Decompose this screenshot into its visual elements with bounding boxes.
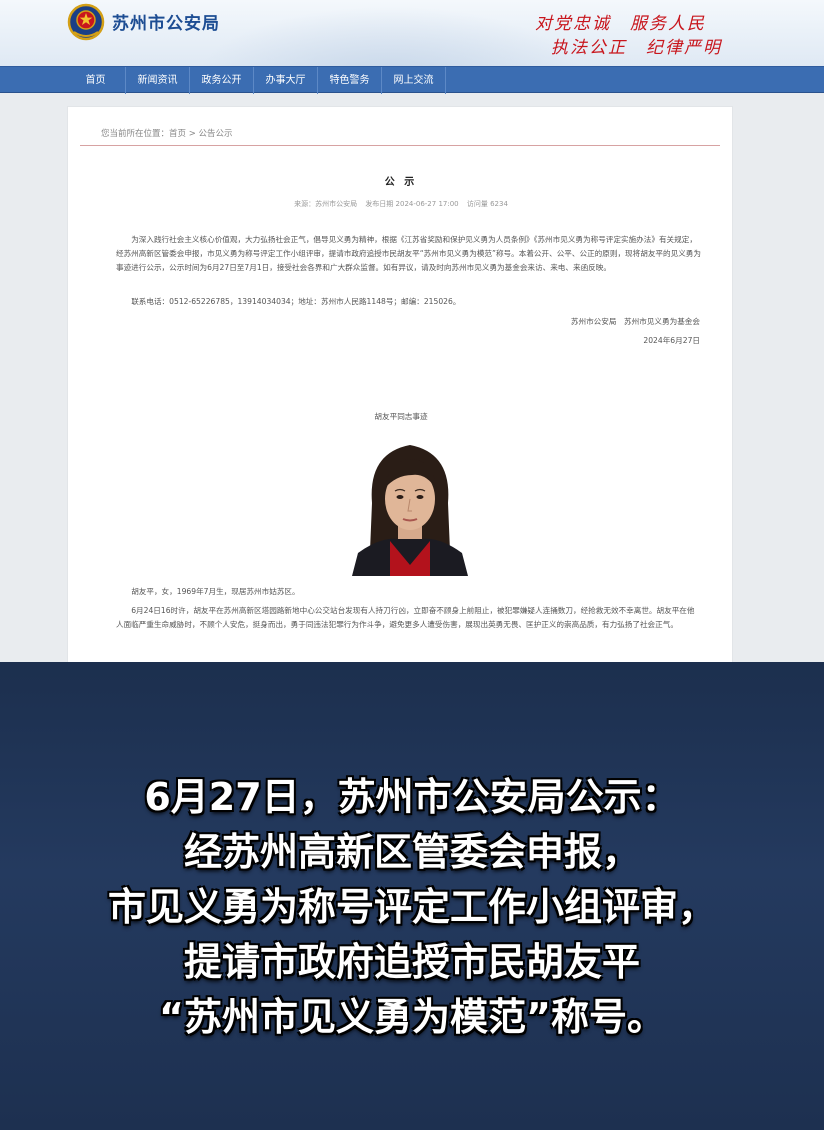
slogan-line-2: 执法公正 纪律严明 [551, 38, 722, 58]
nav-item-home[interactable]: 首页 [66, 67, 126, 94]
caption-line-2: 经苏州高新区管委会申报， [183, 830, 640, 874]
nav-item-features[interactable]: 特色警务 [318, 67, 382, 94]
nav-item-affairs[interactable]: 政务公开 [190, 67, 254, 94]
article-signature: 苏州市公安局 苏州市见义勇为基金会 [570, 317, 700, 326]
meta-source: 来源：苏州市公安局 [294, 200, 358, 208]
meta-time: 发布日期 2024-06-27 17:00 [365, 200, 459, 208]
story-paragraph: 6月24日16时许，胡友平在苏州高新区塔园路新地中心公交站台发现有人持刀行凶，立… [116, 606, 695, 629]
breadcrumb[interactable]: 您当前所在位置：首页 > 公告公示 [101, 127, 233, 139]
article-title: 公 示 [384, 177, 418, 188]
portrait-photo [350, 433, 470, 576]
photo-caption: 胡友平同志事迹 [374, 412, 428, 421]
police-emblem-icon[interactable] [66, 2, 106, 42]
caption-line-5: “苏州市见义勇为模范”称号。 [159, 995, 665, 1039]
divider [80, 145, 720, 146]
nav-item-services[interactable]: 办事大厅 [254, 67, 318, 94]
article-card: 您当前所在位置：首页 > 公告公示 公 示 来源：苏州市公安局 发布日期 202… [67, 106, 733, 666]
main-nav: 首页 新闻资讯 政务公开 办事大厅 特色警务 网上交流 [0, 66, 824, 94]
caption-line-1: 6月27日，苏州市公安局公示： [144, 775, 680, 819]
caption-line-3: 市见义勇为称号评定工作小组评审， [107, 885, 716, 929]
article-date: 2024年6月27日 [643, 336, 700, 345]
caption-line-4: 提请市政府追授市民胡友平 [183, 940, 640, 984]
overlay-caption: 6月27日，苏州市公安局公示： 经苏州高新区管委会申报， 市见义勇为称号评定工作… [0, 770, 824, 1045]
site-header: 苏州市公安局 对党忠诚 服务人民 执法公正 纪律严明 [0, 0, 824, 66]
meta-views: 访问量 6234 [466, 200, 508, 208]
bio-paragraph: 胡友平，女，1969年7月生，现居苏州市姑苏区。 [131, 587, 300, 596]
nav-item-news[interactable]: 新闻资讯 [126, 67, 190, 94]
nav-item-online[interactable]: 网上交流 [382, 67, 446, 94]
article-paragraph-1: 为深入践行社会主义核心价值观，大力弘扬社会正气，倡导见义勇为精神，根据《江苏省奖… [116, 235, 701, 272]
article-meta: 来源：苏州市公安局 发布日期 2024-06-27 17:00 访问量 6234 [68, 199, 734, 209]
site-title[interactable]: 苏州市公安局 [112, 9, 220, 34]
slogan-line-1: 对党忠诚 服务人民 [535, 14, 706, 34]
article-contact: 联系电话：0512-65226785，13914034034；地址：苏州市人民路… [131, 297, 461, 306]
